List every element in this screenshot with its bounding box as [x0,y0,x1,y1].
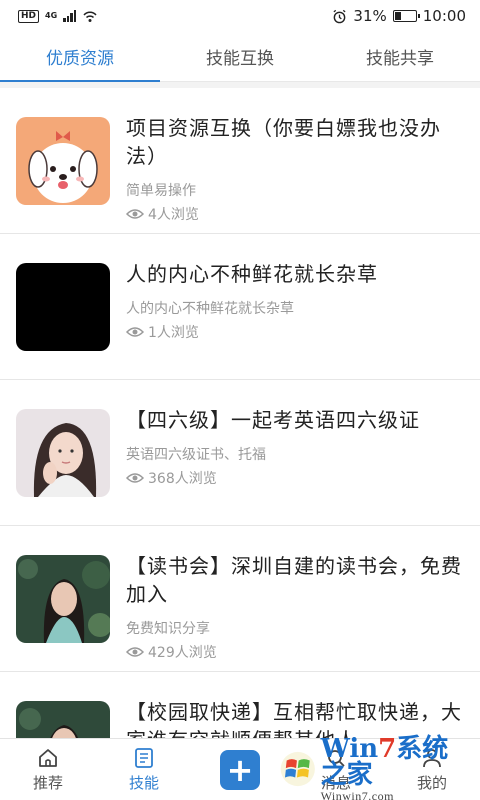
item-info: 【四六级】一起考英语四六级证 英语四六级证书、托福 368人浏览 [126,406,464,488]
battery-icon [392,10,420,22]
item-title: 【校园取快递】互相帮忙取快递，大家谁有空就顺便帮其他人 [126,700,462,738]
thumbnail [16,409,110,497]
wifi-icon [83,11,97,22]
status-right: 31% 10:00 [332,7,466,25]
cartoon-dog-image [16,117,110,205]
battery-fill [394,12,401,20]
tab-quality-resources[interactable]: 优质资源 [0,32,160,82]
alarm-icon [333,9,346,23]
hd-badge: HD [18,9,40,23]
list-item[interactable]: 项目资源互换（你要白嫖我也没办法） 简单易操作 4人浏览 [0,88,480,234]
nav-skills[interactable]: 技能 [96,739,192,800]
nav-label: 技能 [128,774,159,792]
signal-icon [63,10,77,22]
nav-publish[interactable]: + [192,739,288,800]
item-views: 368人浏览 [126,468,464,488]
item-title: 【四六级】一起考英语四六级证 [126,408,420,432]
network-label: 4G [45,11,58,20]
item-info: 人的内心不种鲜花就长杂草 人的内心不种鲜花就长杂草 1人浏览 [126,260,464,342]
view-count: 1人浏览 [148,325,199,341]
thumbnail [16,117,110,205]
resource-list: 项目资源互换（你要白嫖我也没办法） 简单易操作 4人浏览 人的内心不种鲜花就长杂… [0,88,480,738]
list-item[interactable]: 人的内心不种鲜花就长杂草 人的内心不种鲜花就长杂草 1人浏览 [0,234,480,380]
thumbnail [16,701,110,738]
list-item[interactable]: 【校园取快递】互相帮忙取快递，大家谁有空就顺便帮其他人 [0,672,480,738]
plus-icon[interactable]: + [220,749,260,790]
woman-portrait-image [16,409,110,497]
list-item[interactable]: 【读书会】深圳自建的读书会，免费加入 免费知识分享 429人浏览 [0,526,480,672]
view-count: 368人浏览 [148,471,217,487]
status-left: HD 4G [18,9,98,23]
battery-percent: 31% [353,7,387,25]
item-info: 项目资源互换（你要白嫖我也没办法） 简单易操作 4人浏览 [126,114,464,224]
view-count: 429人浏览 [148,645,217,661]
eye-icon [126,209,144,219]
status-bar: HD 4G 31% 10:00 [0,0,480,32]
eye-icon [126,327,144,337]
item-title: 【读书会】深圳自建的读书会，免费加入 [126,554,462,606]
woman-greenery-image [16,701,110,738]
eye-icon [126,647,144,657]
thumbnail [16,555,110,643]
item-description: 英语四六级证书、托福 [126,447,266,463]
bottom-nav: 推荐 技能 + 消息 我的 [0,738,480,800]
nav-recommend[interactable]: 推荐 [0,739,96,800]
view-count: 4人浏览 [148,207,199,223]
item-description: 简单易操作 [126,183,196,199]
item-info: 【读书会】深圳自建的读书会，免费加入 免费知识分享 429人浏览 [126,552,464,662]
tab-bar: 优质资源 技能互换 技能共享 [0,32,480,82]
item-description: 免费知识分享 [126,621,210,637]
clock: 10:00 [422,7,466,25]
thumbnail [16,263,110,351]
tab-skill-exchange[interactable]: 技能互换 [160,32,320,81]
nav-label: 消息 [320,774,351,792]
item-views: 4人浏览 [126,204,464,224]
home-icon [39,749,57,767]
nav-label: 我的 [416,774,447,792]
item-description: 人的内心不种鲜花就长杂草 [126,301,294,317]
tab-skill-sharing[interactable]: 技能共享 [320,32,480,81]
eye-icon [126,473,144,483]
list-item[interactable]: 【四六级】一起考英语四六级证 英语四六级证书、托福 368人浏览 [0,380,480,526]
item-title: 项目资源互换（你要白嫖我也没办法） [126,116,441,168]
item-views: 1人浏览 [126,322,464,342]
nav-messages[interactable]: 消息 [288,739,384,800]
user-icon [423,749,441,768]
item-title: 人的内心不种鲜花就长杂草 [126,262,378,286]
search-icon [328,750,345,767]
item-info: 【校园取快递】互相帮忙取快递，大家谁有空就顺便帮其他人 [126,698,464,738]
item-views: 429人浏览 [126,642,464,662]
skill-icon [135,748,153,768]
woman-greenery-image [16,555,110,643]
nav-label: 推荐 [32,774,63,792]
nav-mine[interactable]: 我的 [384,739,480,800]
